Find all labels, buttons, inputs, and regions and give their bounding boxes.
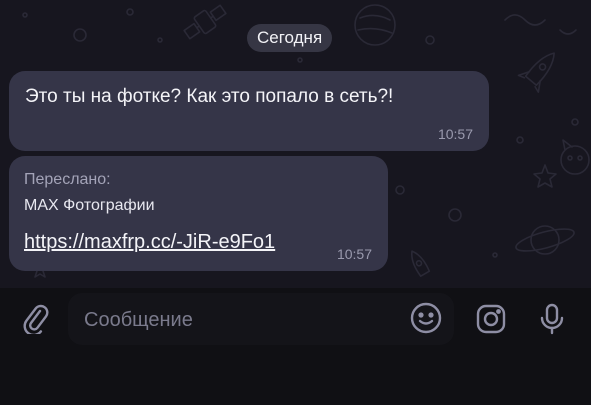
message-list[interactable]: Сегодня Это ты на фотке? Как это попало … xyxy=(0,0,591,288)
incoming-message[interactable]: Это ты на фотке? Как это попало в сеть?!… xyxy=(9,71,489,151)
message-time: 10:57 xyxy=(437,126,473,142)
message-link[interactable]: https://maxfrp.cc/-JiR-e9Fo1 xyxy=(24,231,275,254)
message-input-container[interactable] xyxy=(68,293,454,347)
message-input[interactable] xyxy=(82,293,406,347)
camera-button[interactable] xyxy=(471,299,511,339)
forwarded-source[interactable]: MAX Фотографии xyxy=(24,197,155,215)
microphone-icon xyxy=(540,303,564,335)
message-time: 10:57 xyxy=(336,246,372,262)
message-text: Это ты на фотке? Как это попало в сеть?! xyxy=(25,86,394,107)
paperclip-icon xyxy=(23,304,49,334)
smiley-icon xyxy=(410,302,442,334)
message-composer xyxy=(0,288,591,405)
forwarded-label: Переслано: xyxy=(24,171,111,188)
date-separator: Сегодня xyxy=(247,24,333,52)
emoji-button[interactable] xyxy=(406,298,446,338)
camera-icon xyxy=(476,304,506,334)
chat-screen: Сегодня Это ты на фотке? Как это попало … xyxy=(0,0,591,405)
forwarded-message[interactable]: Переслано: MAX Фотографии https://maxfrp… xyxy=(9,156,388,271)
attach-button[interactable] xyxy=(16,299,56,339)
microphone-button[interactable] xyxy=(532,299,572,339)
